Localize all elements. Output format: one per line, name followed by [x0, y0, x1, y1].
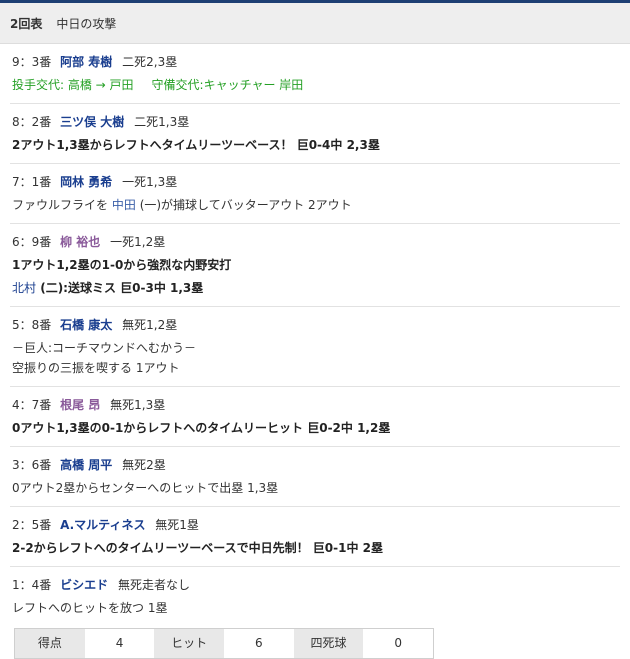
play-head: 5：8番 石橋 康太 無死1,2塁 [12, 315, 620, 335]
play-item: 4：7番 根尾 昂 無死1,3塁 0アウト1,3塁の0-1からレフトへのタイムリ… [10, 387, 620, 447]
play-head: 8：2番 三ツ俣 大樹 二死1,3塁 [12, 112, 620, 132]
batter-link[interactable]: A.マルティネス [60, 518, 145, 532]
catcher-change: 守備交代:キャッチャー 岸田 [151, 78, 304, 92]
play-seq: 2：5番 [12, 518, 52, 532]
play-result: 2アウト1,3塁からレフトへタイムリーツーベース！ 巨0-4中 2,3塁 [12, 138, 380, 152]
play-item: 1：4番 ビシエド 無死走者なし レフトへのヒットを放つ 1塁 [10, 567, 620, 626]
play-head: 1：4番 ビシエド 無死走者なし [12, 575, 620, 595]
batter-link[interactable]: 阿部 寿樹 [60, 55, 112, 69]
play-head: 2：5番 A.マルティネス 無死1塁 [12, 515, 620, 535]
play-result: 空振りの三振を喫する 1アウト [12, 361, 180, 375]
play-head: 9：3番 阿部 寿樹 二死2,3塁 [12, 52, 620, 72]
runs-value: 4 [84, 629, 155, 658]
batter-link[interactable]: 石橋 康太 [60, 318, 112, 332]
runs-label: 得点 [15, 629, 85, 658]
play-seq: 5：8番 [12, 318, 52, 332]
play-item: 5：8番 石橋 康太 無死1,2塁 －巨人:コーチマウンドへむかう－ 空振りの三… [10, 307, 620, 387]
play-situation: 無死1,2塁 [122, 318, 178, 332]
play-error-detail: (二):送球ミス 巨0-3中 1,3塁 [40, 281, 204, 295]
fielder-link[interactable]: 北村 [12, 281, 36, 295]
play-situation: 無死2塁 [122, 458, 166, 472]
batter-link[interactable]: 高橋 周平 [60, 458, 112, 472]
play-result: 2-2からレフトへのタイムリーツーベースで中日先制！ 巨0-1中 2塁 [12, 541, 383, 555]
play-seq: 4：7番 [12, 398, 52, 412]
play-result-post: (一)が捕球してバッターアウト 2アウト [139, 198, 352, 212]
play-head: 3：6番 高橋 周平 無死2塁 [12, 455, 620, 475]
batter-link[interactable]: 根尾 昂 [60, 398, 100, 412]
play-item: 7：1番 岡林 勇希 一死1,3塁 ファウルフライを 中田 (一)が捕球してバッ… [10, 164, 620, 224]
play-seq: 1：4番 [12, 578, 52, 592]
play-situation: 二死1,3塁 [134, 115, 190, 129]
batter-link[interactable]: 三ツ俣 大樹 [60, 115, 124, 129]
play-situation: 一死1,2塁 [110, 235, 166, 249]
batter-link[interactable]: ビシエド [60, 578, 108, 592]
play-item: 2：5番 A.マルティネス 無死1塁 2-2からレフトへのタイムリーツーベースで… [10, 507, 620, 567]
play-item: 8：2番 三ツ俣 大樹 二死1,3塁 2アウト1,3塁からレフトへタイムリーツー… [10, 104, 620, 164]
inning-summary: 得点 4 ヒット 6 四死球 0 [14, 628, 434, 659]
play-result: 1アウト1,2塁の1-0から強烈な内野安打 [12, 258, 232, 272]
walks-value: 0 [363, 629, 434, 658]
batter-link[interactable]: 柳 裕也 [60, 235, 100, 249]
attack-label: 中日の攻撃 [56, 16, 117, 31]
substitution-line: 投手交代: 高橋 → 戸田 守備交代:キャッチャー 岸田 [12, 75, 620, 95]
inning-label: 2回表 [10, 16, 43, 31]
play-situation: 二死2,3塁 [122, 55, 178, 69]
play-result: ファウルフライを 中田 (一)が捕球してバッターアウト 2アウト [12, 195, 620, 215]
pitcher-change: 投手交代: 高橋 → 戸田 [12, 78, 134, 92]
play-seq: 8：2番 [12, 115, 52, 129]
play-result: 0アウト1,3塁の0-1からレフトへのタイムリーヒット 巨0-2中 1,2塁 [12, 421, 391, 435]
walks-label: 四死球 [293, 629, 364, 658]
play-result: レフトへのヒットを放つ 1塁 [12, 601, 168, 615]
play-situation: 無死1塁 [155, 518, 199, 532]
play-head: 7：1番 岡林 勇希 一死1,3塁 [12, 172, 620, 192]
play-item: 6：9番 柳 裕也 一死1,2塁 1アウト1,2塁の1-0から強烈な内野安打 北… [10, 224, 620, 307]
play-situation: 無死1,3塁 [110, 398, 166, 412]
play-head: 4：7番 根尾 昂 無死1,3塁 [12, 395, 620, 415]
play-situation: 一死1,3塁 [122, 175, 178, 189]
play-result: 0アウト2塁からセンターへのヒットで出塁 1,3塁 [12, 481, 279, 495]
fielder-link[interactable]: 中田 [112, 198, 136, 212]
play-seq: 3：6番 [12, 458, 52, 472]
play-seq: 7：1番 [12, 175, 52, 189]
play-situation: 無死走者なし [117, 578, 190, 592]
play-seq: 6：9番 [12, 235, 52, 249]
play-note: －巨人:コーチマウンドへむかう－ [12, 341, 197, 355]
play-list: 9：3番 阿部 寿樹 二死2,3塁 投手交代: 高橋 → 戸田 守備交代:キャッチ… [0, 44, 630, 626]
hits-label: ヒット [154, 629, 225, 658]
play-result-pre: ファウルフライを [12, 198, 109, 212]
play-item: 3：6番 高橋 周平 無死2塁 0アウト2塁からセンターへのヒットで出塁 1,3… [10, 447, 620, 507]
play-error-line: 北村 (二):送球ミス 巨0-3中 1,3塁 [12, 278, 620, 298]
play-seq: 9：3番 [12, 55, 52, 69]
play-item: 9：3番 阿部 寿樹 二死2,3塁 投手交代: 高橋 → 戸田 守備交代:キャッチ… [10, 44, 620, 104]
batter-link[interactable]: 岡林 勇希 [60, 175, 112, 189]
hits-value: 6 [224, 629, 294, 658]
inning-header: 2回表 中日の攻撃 [0, 3, 630, 44]
play-head: 6：9番 柳 裕也 一死1,2塁 [12, 232, 620, 252]
